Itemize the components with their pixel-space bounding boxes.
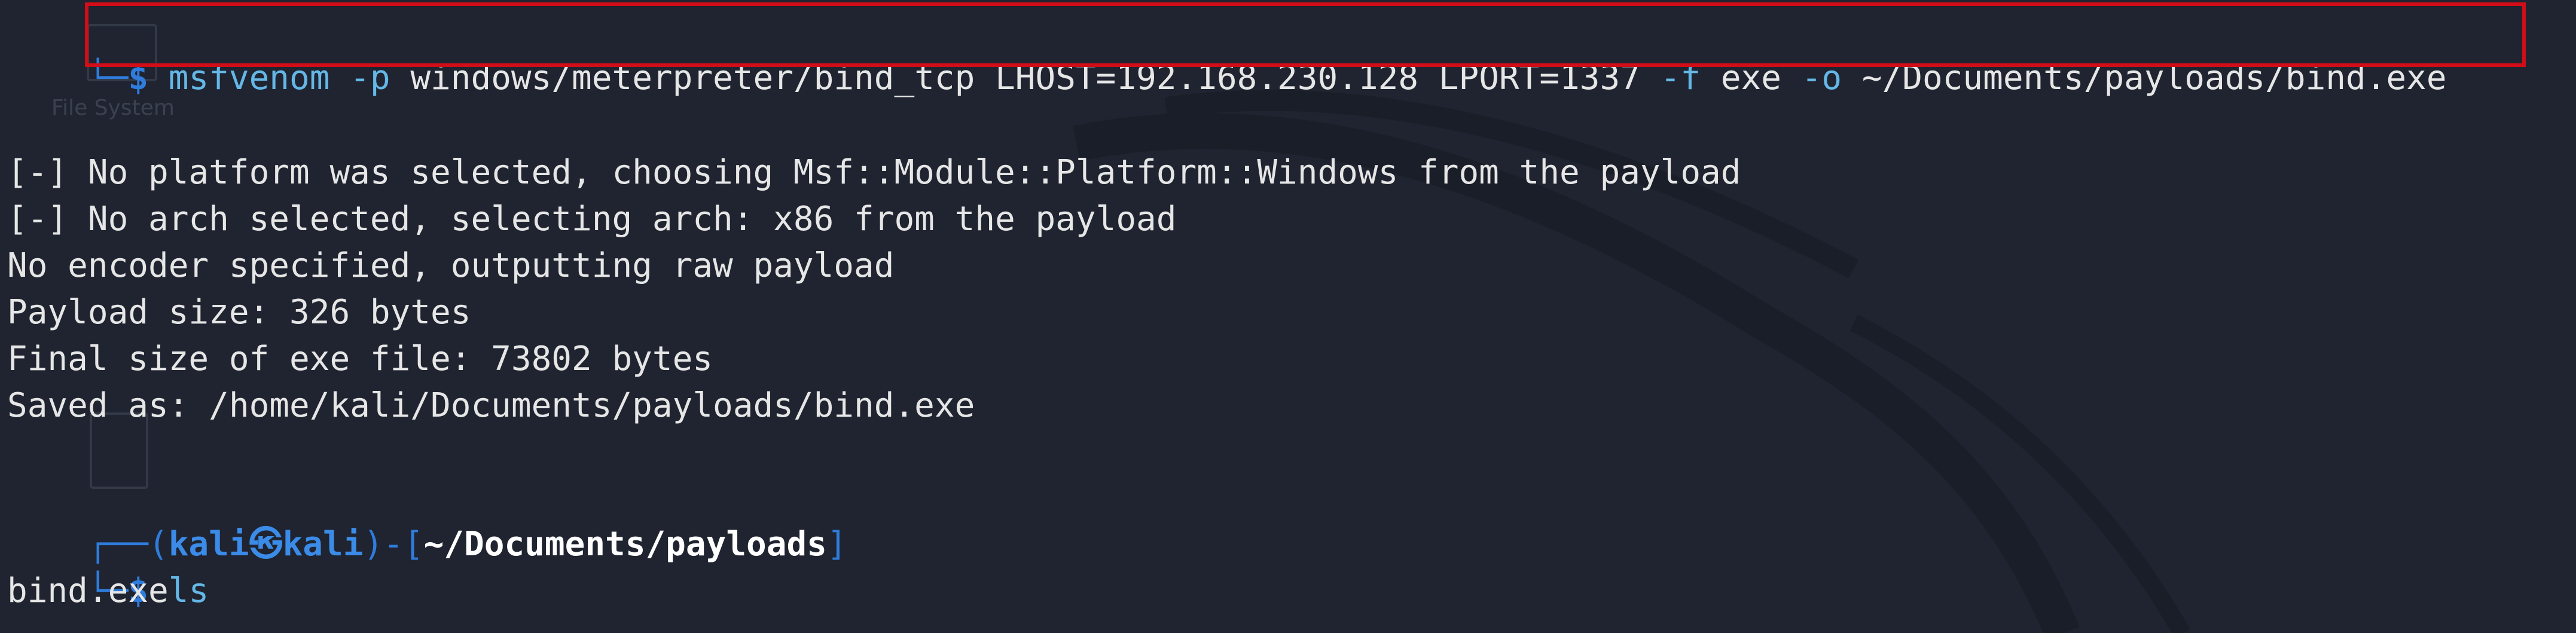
ls-output-line: bind.exe: [7, 571, 169, 610]
command-line-ls: └─$ ls: [7, 521, 209, 610]
output-line: [-] No arch selected, selecting arch: x8…: [7, 200, 1177, 238]
prompt-line: ┌──(kali㉿kali)-[~/Documents/payloads]: [7, 475, 847, 564]
command-highlight-box: [85, 2, 2526, 67]
prompt-at-symbol: ㉿: [249, 525, 283, 564]
output-line: No encoder specified, outputting raw pay…: [7, 246, 895, 285]
output-line: Saved as: /home/kali/Documents/payloads/…: [7, 386, 975, 425]
command-ls: ls: [168, 571, 209, 610]
terminal-window[interactable]: File System └─$ msfvenom -p windows/mete…: [0, 0, 2576, 633]
prompt-mid: )-[: [363, 525, 424, 564]
prompt-suffix: ]: [826, 525, 847, 564]
prompt-host: kali: [282, 525, 364, 564]
prompt-cwd: ~/Documents/payloads: [423, 525, 827, 564]
output-line: [-] No platform was selected, choosing M…: [7, 153, 1741, 192]
output-line: Final size of exe file: 73802 bytes: [7, 340, 713, 378]
output-line: Payload size: 326 bytes: [7, 293, 471, 332]
